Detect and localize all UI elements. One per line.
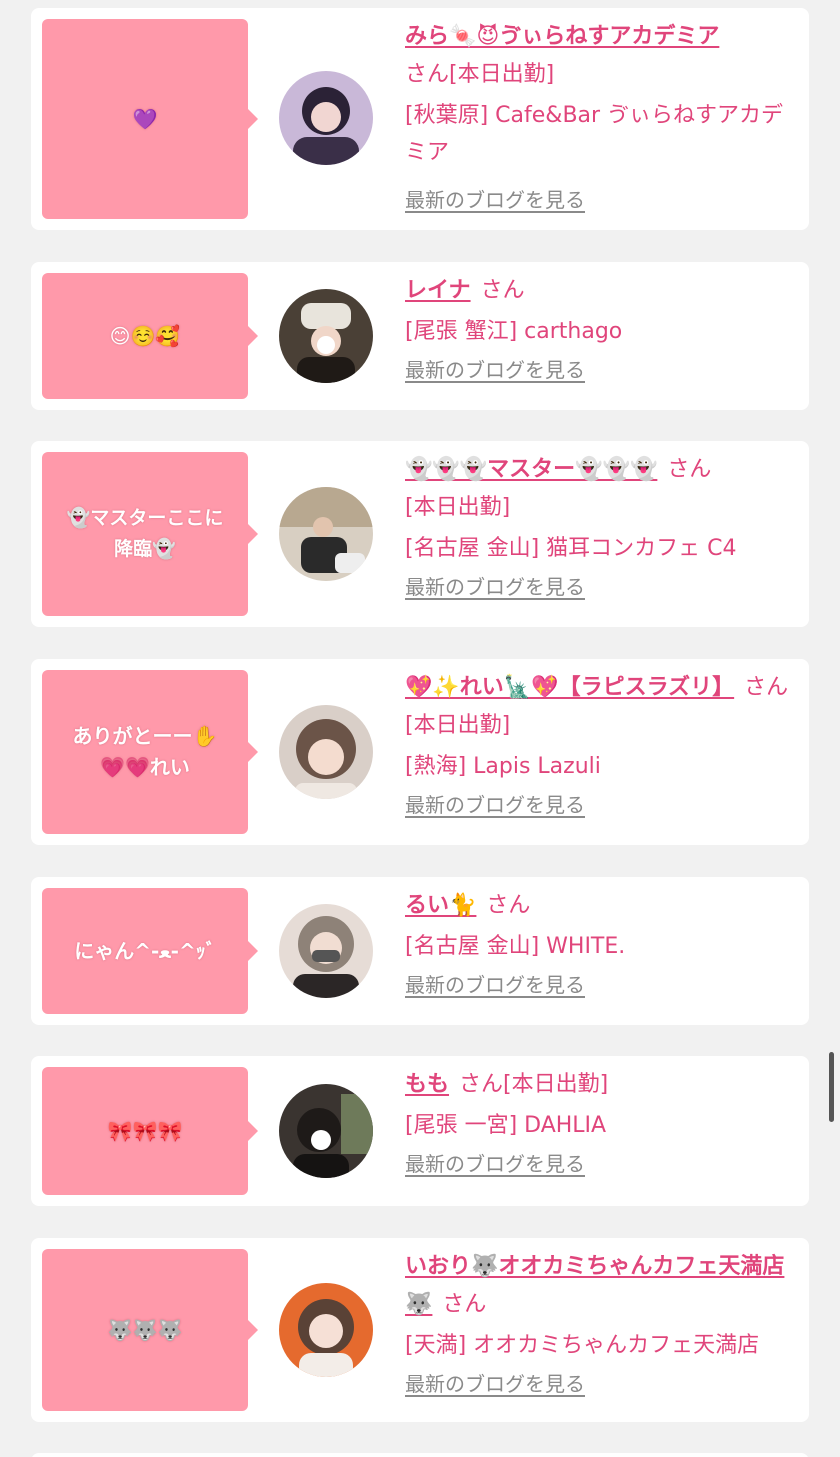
cast-avatar[interactable] (279, 1283, 373, 1377)
comment-bubble: 🐺🐺🐺 (42, 1249, 258, 1411)
cast-name-link[interactable]: レイナ (405, 278, 471, 303)
shop-location: [熱海] Lapis Lazuli (405, 754, 601, 779)
cast-card: 💜 みら🍬😈ゔぃらねすアカデミア さん[本日出勤] [秋葉原] Cafe&Bar… (31, 8, 809, 230)
latest-blog-link[interactable]: 最新のブログを見る (405, 786, 585, 824)
cast-avatar[interactable] (279, 705, 373, 799)
cast-avatar[interactable] (279, 904, 373, 998)
cast-photo-icon (279, 487, 373, 581)
cast-avatar[interactable] (279, 71, 373, 165)
comment-bubble: ありがとーー✋ 💗💗れい (42, 670, 258, 834)
shop-location: [名古屋 金山] 猫耳コンカフェ C4 (405, 536, 737, 561)
status-label: [本日出勤] (405, 495, 511, 520)
cast-info: るい🐈 さん [名古屋 金山] WHITE. 最新のブログを見る (405, 887, 801, 1005)
cast-name-link[interactable]: 👻👻👻マスター👻👻👻 (405, 457, 657, 482)
cast-info: 💖✨れい🗽💖【ラピスラズリ】 さん[本日出勤] [熱海] Lapis Lazuli… (405, 669, 801, 825)
cast-info: レイナ さん [尾張 蟹江] carthago 最新のブログを見る (405, 272, 801, 390)
cast-card: 🐺🐺🐺 いおり🐺オオカミちゃんカフェ天満店🐺 さん [天満] オオカミちゃんカフェ… (31, 1238, 809, 1422)
shop-location: [尾張 蟹江] carthago (405, 319, 623, 344)
cast-photo-icon (279, 71, 373, 165)
comment-bubble: 🎀🎀🎀 (42, 1067, 258, 1195)
cast-blog-list: 💜 みら🍬😈ゔぃらねすアカデミア さん[本日出勤] [秋葉原] Cafe&Bar… (0, 0, 840, 1457)
cast-card: 😊☺️🥰 レイナ さん [尾張 蟹江] carthago 最新のブログを見る (31, 262, 809, 410)
honorific-status: さん (480, 278, 525, 303)
latest-blog-link[interactable]: 最新のブログを見る (405, 1365, 585, 1403)
cast-photo-icon (279, 289, 373, 383)
comment-bubble: 👻マスターここに 降臨👻 (42, 452, 258, 616)
cast-info: みら🍬😈ゔぃらねすアカデミア さん[本日出勤] [秋葉原] Cafe&Bar ゔ… (405, 18, 801, 220)
honorific-status: さん (486, 893, 531, 918)
cast-info: 👻👻👻マスター👻👻👻 さん [本日出勤] [名古屋 金山] 猫耳コンカフェ C4 … (405, 451, 801, 607)
vertical-scrollbar[interactable] (829, 1052, 834, 1122)
honorific-status: さん[本日出勤] (405, 62, 555, 87)
latest-blog-link[interactable]: 最新のブログを見る (405, 1145, 585, 1183)
cast-name-link[interactable]: 💖✨れい🗽💖【ラピスラズリ】 (405, 675, 734, 700)
cast-photo-icon (279, 904, 373, 998)
cast-card (31, 1453, 809, 1457)
latest-blog-link[interactable]: 最新のブログを見る (405, 966, 585, 1004)
cast-card: ありがとーー✋ 💗💗れい 💖✨れい🗽💖【ラピスラズリ】 さん[本日出勤] [熱海]… (31, 659, 809, 845)
cast-card: 👻マスターここに 降臨👻 👻👻👻マスター👻👻👻 さん [本日出勤] [名古屋 金山… (31, 441, 809, 627)
cast-card: 🎀🎀🎀 もも さん[本日出勤] [尾張 一宮] DAHLIA 最新のブログを見る (31, 1056, 809, 1206)
cast-name-link[interactable]: みら🍬😈ゔぃらねすアカデミア (405, 24, 719, 49)
cast-avatar[interactable] (279, 289, 373, 383)
cast-card: にゃん^-ﻌ-^ｯﾞ るい🐈 さん [名古屋 金山] WHITE. 最新のブログを… (31, 877, 809, 1025)
comment-bubble: 💜 (42, 19, 258, 219)
honorific-status: さん[本日出勤] (459, 1072, 609, 1097)
comment-bubble: 😊☺️🥰 (42, 273, 258, 399)
honorific-status: さん (442, 1292, 487, 1317)
cast-photo-icon (279, 705, 373, 799)
cast-avatar[interactable] (279, 1084, 373, 1178)
cast-photo-icon (279, 1084, 373, 1178)
cast-info: いおり🐺オオカミちゃんカフェ天満店🐺 さん [天満] オオカミちゃんカフェ天満店 … (405, 1248, 801, 1404)
cast-name-link[interactable]: もも (405, 1072, 449, 1097)
cast-info: もも さん[本日出勤] [尾張 一宮] DAHLIA 最新のブログを見る (405, 1066, 801, 1184)
honorific-label: さん (667, 457, 712, 482)
shop-location: [天満] オオカミちゃんカフェ天満店 (405, 1333, 760, 1358)
cast-name-link[interactable]: るい🐈 (405, 893, 476, 918)
comment-bubble: にゃん^-ﻌ-^ｯﾞ (42, 888, 258, 1014)
latest-blog-link[interactable]: 最新のブログを見る (405, 568, 585, 606)
shop-location: [尾張 一宮] DAHLIA (405, 1113, 607, 1138)
shop-location: [秋葉原] Cafe&Bar ゔぃらねすアカデミア (405, 103, 784, 165)
latest-blog-link[interactable]: 最新のブログを見る (405, 351, 585, 389)
latest-blog-link[interactable]: 最新のブログを見る (405, 181, 585, 219)
shop-location: [名古屋 金山] WHITE. (405, 934, 626, 959)
cast-avatar[interactable] (279, 487, 373, 581)
cast-photo-icon (279, 1283, 373, 1377)
